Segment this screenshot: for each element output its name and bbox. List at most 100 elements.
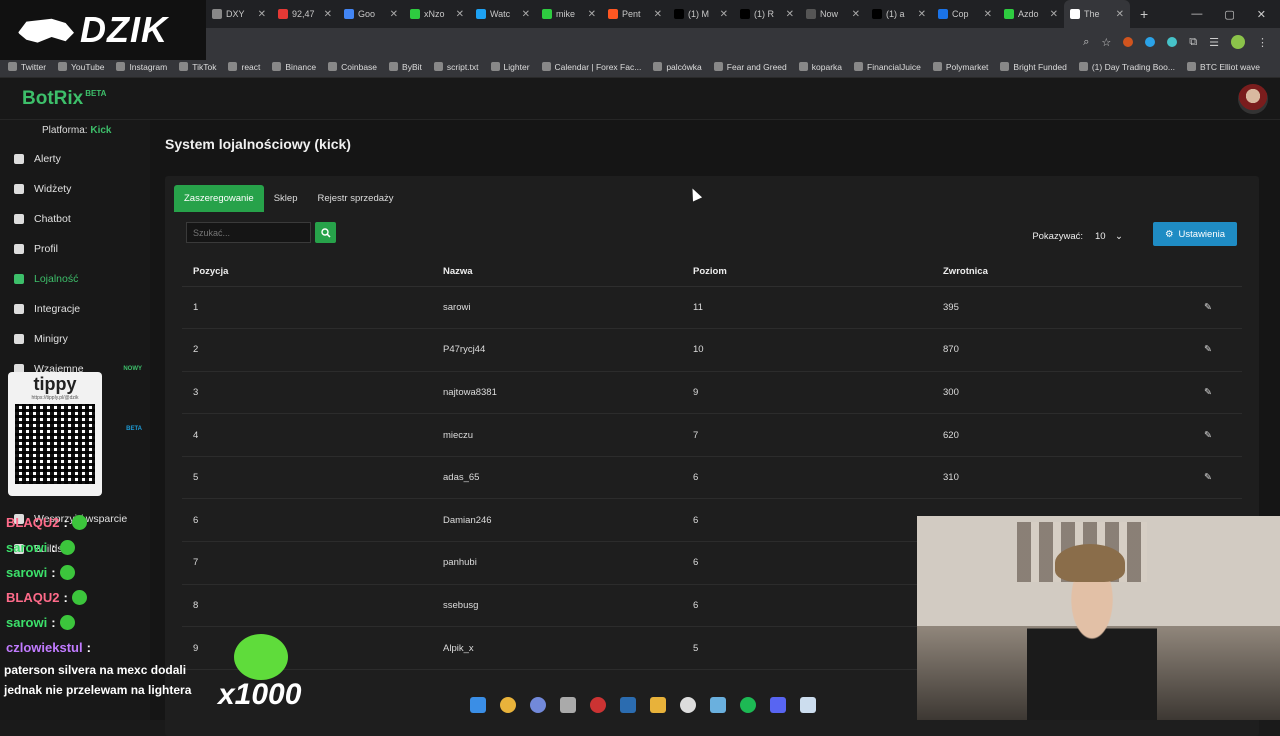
- folder-icon[interactable]: [650, 697, 666, 713]
- sidebar-item[interactable]: Widżety: [0, 174, 150, 204]
- bookmark-item[interactable]: script.txt: [433, 62, 479, 72]
- extension-icon[interactable]: [1167, 37, 1178, 47]
- browser-tab[interactable]: (1) R ✕: [734, 0, 800, 28]
- sidebar-item[interactable]: Lojalność: [0, 264, 150, 294]
- close-icon[interactable]: ✕: [1257, 8, 1266, 21]
- browser-tab[interactable]: DXY ✕: [206, 0, 272, 28]
- pencil-icon[interactable]: ✎: [1204, 387, 1212, 398]
- column-header[interactable]: Nazwa: [432, 258, 682, 287]
- menu-icon[interactable]: ☰: [1209, 36, 1219, 49]
- pencil-icon[interactable]: ✎: [1204, 430, 1212, 441]
- tab-close-icon[interactable]: ✕: [324, 9, 332, 20]
- search-button[interactable]: [315, 222, 336, 243]
- chrome-icon[interactable]: [500, 697, 516, 713]
- browser-tab[interactable]: (1) M ✕: [668, 0, 734, 28]
- app-icon[interactable]: [710, 697, 726, 713]
- windows-start-icon[interactable]: [470, 697, 486, 713]
- browser-tab[interactable]: The ✕: [1064, 0, 1130, 28]
- browser-tab[interactable]: mike ✕: [536, 0, 602, 28]
- tab-close-icon[interactable]: ✕: [918, 9, 926, 20]
- page-title: System lojalnościowy (kick): [165, 136, 351, 152]
- bookmark-item[interactable]: Bright Funded: [1000, 62, 1067, 72]
- browser-tab[interactable]: Goo ✕: [338, 0, 404, 28]
- extension-icon[interactable]: [1145, 37, 1156, 47]
- bookmark-item[interactable]: Binance: [272, 62, 316, 72]
- browser-tab[interactable]: 92,47 ✕: [272, 0, 338, 28]
- sidebar-item[interactable]: Integracje: [0, 294, 150, 324]
- app-icon[interactable]: [560, 697, 576, 713]
- browser-tab[interactable]: Watc ✕: [470, 0, 536, 28]
- maximize-icon[interactable]: ▢: [1224, 8, 1234, 21]
- sidebar-item[interactable]: Chatbot: [0, 204, 150, 234]
- settings-button[interactable]: ⚙ Ustawienia: [1153, 222, 1237, 246]
- tab-close-icon[interactable]: ✕: [786, 9, 794, 20]
- tab-close-icon[interactable]: ✕: [390, 9, 398, 20]
- bookmark-item[interactable]: Lighter: [490, 62, 530, 72]
- bookmark-item[interactable]: Coinbase: [328, 62, 377, 72]
- sidebar-item[interactable]: Minigry: [0, 324, 150, 354]
- tab-close-icon[interactable]: ✕: [1116, 9, 1124, 20]
- browser-tab[interactable]: xNzo ✕: [404, 0, 470, 28]
- tab-close-icon[interactable]: ✕: [258, 9, 266, 20]
- zoom-icon[interactable]: ⌕: [1083, 36, 1089, 49]
- sidebar-item[interactable]: Profil: [0, 234, 150, 264]
- tab-close-icon[interactable]: ✕: [852, 9, 860, 20]
- obs-icon[interactable]: [590, 697, 606, 713]
- bookmark-item[interactable]: TikTok: [179, 62, 216, 72]
- bookmark-item[interactable]: palcówka: [653, 62, 702, 72]
- table-row: 3 najtowa8381 9 300 ✎: [182, 371, 1242, 415]
- tab-close-icon[interactable]: ✕: [522, 9, 530, 20]
- app-logo[interactable]: BotRix BETA: [22, 88, 106, 110]
- bookmark-item[interactable]: FinancialJuice: [854, 62, 921, 72]
- pencil-icon[interactable]: ✎: [1204, 302, 1212, 313]
- column-header[interactable]: Zwrotnica: [932, 258, 1152, 287]
- spotify-icon[interactable]: [740, 697, 756, 713]
- bookmark-icon: [389, 62, 399, 71]
- browser-tab[interactable]: Now ✕: [800, 0, 866, 28]
- bookmark-item[interactable]: koparka: [798, 62, 842, 72]
- tab-sales-log[interactable]: Rejestr sprzedaży: [307, 185, 403, 212]
- notepad-icon[interactable]: [800, 697, 816, 713]
- tab-close-icon[interactable]: ✕: [456, 9, 464, 20]
- pencil-icon[interactable]: ✎: [1204, 344, 1212, 355]
- app-icon[interactable]: [680, 697, 696, 713]
- bookmark-item[interactable]: Twitter: [8, 62, 46, 72]
- column-header[interactable]: Pozycja: [182, 258, 432, 287]
- tab-close-icon[interactable]: ✕: [588, 9, 596, 20]
- app-icon[interactable]: [770, 697, 786, 713]
- tab-close-icon[interactable]: ✕: [1050, 9, 1058, 20]
- tab-shop[interactable]: Sklep: [264, 185, 308, 212]
- user-avatar[interactable]: [1238, 83, 1268, 114]
- column-header[interactable]: Poziom: [682, 258, 932, 287]
- bookmark-item[interactable]: Polymarket: [932, 62, 988, 72]
- new-tab-icon[interactable]: +: [1130, 6, 1158, 22]
- bookmark-item[interactable]: ByBit: [389, 62, 422, 72]
- bookmark-item[interactable]: react: [228, 62, 260, 72]
- bookmark-item[interactable]: YouTube: [58, 62, 104, 72]
- bookmark-item[interactable]: BTC Elliot wave: [1186, 62, 1260, 72]
- minimize-icon[interactable]: —: [1191, 8, 1202, 21]
- tab-ranking[interactable]: Zaszeregowanie: [174, 185, 264, 212]
- bookmark-item[interactable]: Fear and Greed: [713, 62, 787, 72]
- tab-close-icon[interactable]: ✕: [984, 9, 992, 20]
- sidebar-item[interactable]: Alerty: [0, 144, 150, 174]
- tab-close-icon[interactable]: ✕: [720, 9, 728, 20]
- browser-tab[interactable]: Azdo ✕: [998, 0, 1064, 28]
- bookmark-item[interactable]: Instagram: [116, 62, 167, 72]
- extension-icon[interactable]: [1123, 37, 1134, 47]
- bookmark-item[interactable]: (1) Day Trading Boo...: [1078, 62, 1175, 72]
- profile-avatar[interactable]: [1231, 35, 1245, 49]
- kebab-icon[interactable]: ⋮: [1257, 36, 1268, 49]
- pencil-icon[interactable]: ✎: [1204, 472, 1212, 483]
- browser-tab[interactable]: (1) a ✕: [866, 0, 932, 28]
- browser-tab[interactable]: Cop ✕: [932, 0, 998, 28]
- search-input[interactable]: [186, 222, 311, 243]
- browser-tab[interactable]: Pent ✕: [602, 0, 668, 28]
- page-size-select[interactable]: 10 ⌄: [1089, 226, 1129, 246]
- discord-icon[interactable]: [530, 697, 546, 713]
- bookmark-item[interactable]: Calendar | Forex Fac...: [541, 62, 641, 72]
- star-icon[interactable]: ☆: [1101, 36, 1111, 49]
- steam-icon[interactable]: [620, 697, 636, 713]
- puzzle-icon[interactable]: ⧉: [1189, 36, 1197, 49]
- tab-close-icon[interactable]: ✕: [654, 9, 662, 20]
